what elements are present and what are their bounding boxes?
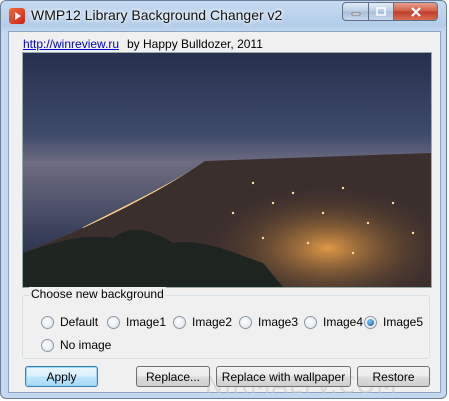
- radio-indicator[interactable]: [239, 315, 252, 329]
- maximize-button[interactable]: [368, 2, 394, 21]
- radio-label: Default: [60, 315, 99, 329]
- radio-image1[interactable]: Image1: [107, 315, 166, 329]
- apply-button[interactable]: Apply: [25, 366, 98, 387]
- radio-default[interactable]: Default: [41, 315, 98, 329]
- replace-with-wallpaper-button[interactable]: Replace with wallpaper: [216, 366, 351, 387]
- title-bar[interactable]: WMP12 Library Background Changer v2: [1, 1, 446, 31]
- radio-image2[interactable]: Image2: [173, 315, 232, 329]
- radio-indicator[interactable]: [107, 315, 120, 329]
- window-title: WMP12 Library Background Changer v2: [31, 7, 283, 23]
- background-options-group: Choose new background Default Image1 Ima…: [22, 287, 430, 359]
- replace-button[interactable]: Replace...: [136, 366, 210, 387]
- app-window: WMP12 Library Background Changer v2 http…: [0, 0, 447, 399]
- radio-label: Image4: [323, 315, 364, 329]
- app-icon[interactable]: [9, 8, 25, 24]
- minimize-button[interactable]: [342, 2, 369, 21]
- background-preview-image: [22, 52, 432, 288]
- radio-indicator[interactable]: [364, 315, 377, 329]
- close-icon: [410, 6, 421, 17]
- website-link[interactable]: http://winreview.ru: [23, 37, 119, 51]
- credit-text: by Happy Bulldozer, 2011: [127, 37, 263, 51]
- client-area: http://winreview.ru by Happy Bulldozer, …: [8, 31, 441, 399]
- radio-no-image[interactable]: No image: [41, 338, 111, 352]
- radio-image4[interactable]: Image4: [304, 315, 363, 329]
- radio-indicator[interactable]: [41, 338, 54, 352]
- restore-button[interactable]: Restore: [357, 366, 430, 387]
- radio-label: Image5: [383, 315, 424, 329]
- maximize-icon: [376, 7, 386, 16]
- group-label: Choose new background: [29, 287, 166, 301]
- radio-indicator[interactable]: [304, 315, 317, 329]
- radio-label: No image: [60, 338, 112, 352]
- radio-image3[interactable]: Image3: [239, 315, 298, 329]
- radio-label: Image1: [126, 315, 167, 329]
- close-button[interactable]: [393, 2, 438, 21]
- radio-label: Image2: [192, 315, 233, 329]
- radio-label: Image3: [258, 315, 299, 329]
- radio-indicator[interactable]: [41, 315, 54, 329]
- radio-indicator[interactable]: [173, 315, 186, 329]
- minimize-icon: [351, 12, 360, 15]
- radio-image5[interactable]: Image5: [364, 315, 423, 329]
